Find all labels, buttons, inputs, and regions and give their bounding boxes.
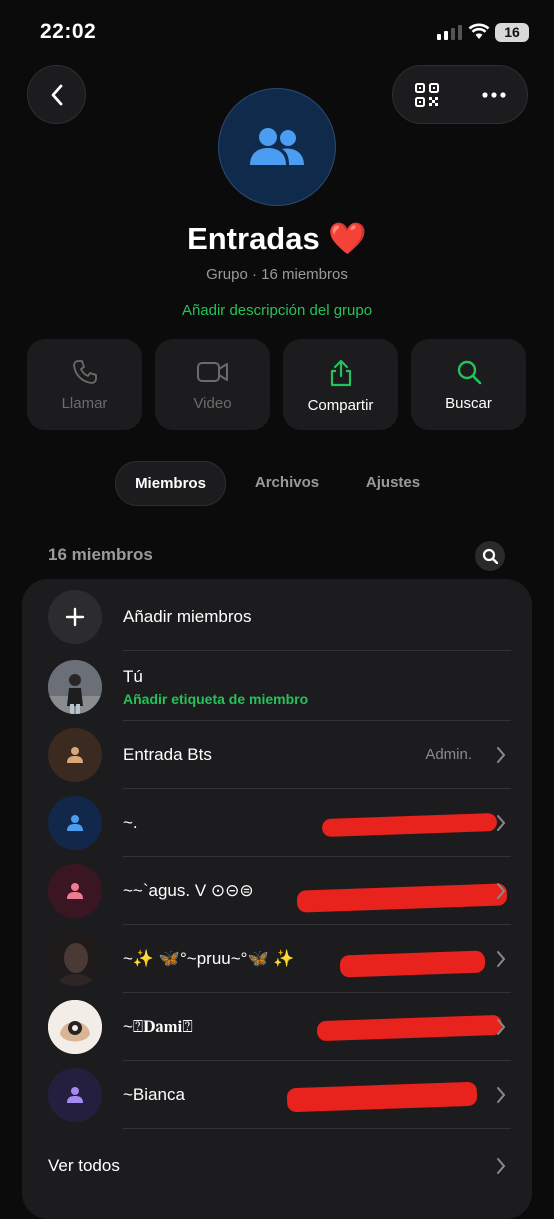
person-icon [48,728,102,782]
members-list: Añadir miembros Tú Añadir etiqueta de mi… [22,579,532,1219]
member-row[interactable]: ~~`agus. V ⊙⊝⊜ [22,857,532,925]
search-icon [482,548,498,564]
redaction-mark [286,1081,478,1113]
group-subtitle: Grupo · 16 miembros [206,266,348,283]
group-avatar[interactable] [218,88,336,206]
avatar [48,660,102,714]
member-row[interactable]: ~Bianca [22,1061,532,1129]
member-name: ~Bianca [123,1085,185,1104]
video-button[interactable]: Video [155,339,270,430]
avatar [48,1000,102,1054]
search-label: Buscar [445,395,492,412]
phone-icon [72,360,97,384]
header-actions [392,65,528,124]
members-search-button[interactable] [475,541,505,571]
wifi-icon [468,23,490,39]
chevron-right-icon [497,1158,506,1174]
admin-badge: Admin. [425,746,472,763]
chevron-left-icon [51,84,62,105]
tab-members[interactable]: Miembros [115,461,226,506]
chevron-right-icon [497,951,506,967]
person-icon [48,1068,102,1122]
avatar [48,932,102,986]
chevron-right-icon [497,815,506,831]
member-name: ~. [123,813,138,832]
member-row[interactable]: Entrada Bts Admin. [22,721,532,789]
redaction-mark [296,883,508,913]
share-icon [330,359,351,387]
status-time: 22:02 [40,20,97,43]
redaction-mark [339,950,486,978]
call-button[interactable]: Llamar [27,339,142,430]
add-member-tag-link[interactable]: Añadir etiqueta de miembro [123,691,308,707]
search-button[interactable]: Buscar [411,339,526,430]
battery-indicator: 16 [495,23,529,42]
tab-files[interactable]: Archivos [240,461,334,504]
divider [123,650,511,651]
plus-icon [48,590,102,644]
see-all-label: Ver todos [48,1156,120,1175]
member-row-you[interactable]: Tú Añadir etiqueta de miembro [22,653,532,721]
call-label: Llamar [61,395,108,412]
member-name: ~~`agus. V ⊙⊝⊜ [123,881,254,900]
chevron-right-icon [497,883,506,899]
share-label: Compartir [307,397,374,414]
back-button[interactable] [27,65,86,124]
add-description-link[interactable]: Añadir descripción del grupo [0,302,554,319]
member-row[interactable]: ~✨ 🦋°~pruu~°🦋 ✨ [22,925,532,993]
more-icon[interactable] [481,91,506,98]
chevron-right-icon [497,747,506,763]
video-icon [196,362,228,382]
chevron-right-icon [497,1019,506,1035]
search-icon [457,360,481,385]
person-icon [48,796,102,850]
see-all-row[interactable]: Ver todos [22,1132,532,1200]
add-members-row[interactable]: Añadir miembros [22,583,532,651]
member-name: Entrada Bts [123,745,212,764]
chevron-right-icon [497,1087,506,1103]
member-name: ~⍰𝐃𝐚𝐦𝐢⍰ [123,1017,193,1036]
member-name: Tú [123,667,143,686]
signal-icon [437,25,462,40]
members-count: 16 miembros [48,545,153,564]
group-icon [250,128,304,165]
member-name: ~✨ 🦋°~pruu~°🦋 ✨ [123,949,295,968]
member-row[interactable]: ~. [22,789,532,857]
video-label: Video [193,395,232,412]
member-row[interactable]: ~⍰𝐃𝐚𝐦𝐢⍰ [22,993,532,1061]
divider [123,1128,511,1129]
qr-code-icon[interactable] [414,82,439,107]
redaction-mark [321,812,498,838]
person-icon [48,864,102,918]
add-members-label: Añadir miembros [123,607,252,626]
group-title: Entradas ❤️ [187,221,367,256]
share-button[interactable]: Compartir [283,339,398,430]
tab-settings[interactable]: Ajustes [350,461,436,504]
redaction-mark [316,1014,503,1042]
